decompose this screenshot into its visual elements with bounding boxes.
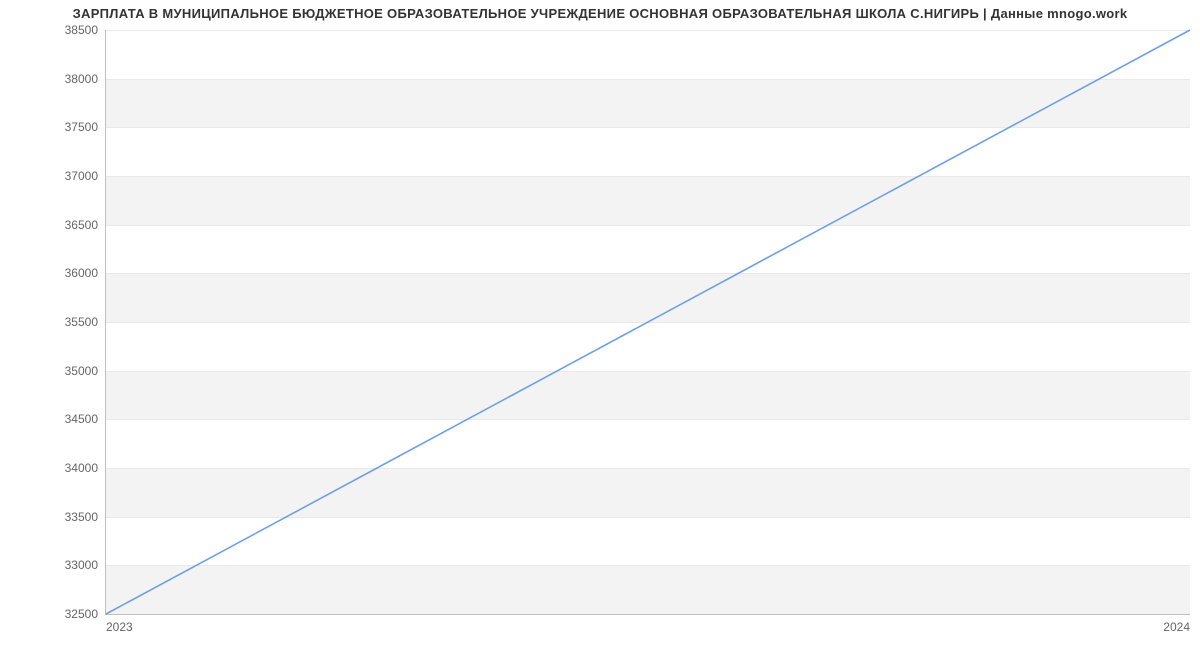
x-tick-label: 2024 [1163, 614, 1190, 634]
y-tick-label: 32500 [65, 607, 106, 621]
y-tick-label: 37500 [65, 120, 106, 134]
y-tick-label: 33000 [65, 558, 106, 572]
salary-line-chart: ЗАРПЛАТА В МУНИЦИПАЛЬНОЕ БЮДЖЕТНОЕ ОБРАЗ… [0, 0, 1200, 650]
y-tick-label: 37000 [65, 169, 106, 183]
y-tick-label: 36500 [65, 218, 106, 232]
line-layer [106, 30, 1190, 614]
y-tick-label: 35000 [65, 364, 106, 378]
y-tick-label: 36000 [65, 266, 106, 280]
chart-title: ЗАРПЛАТА В МУНИЦИПАЛЬНОЕ БЮДЖЕТНОЕ ОБРАЗ… [0, 6, 1200, 21]
plot-area: 3250033000335003400034500350003550036000… [105, 30, 1190, 615]
series-line [106, 30, 1190, 614]
y-tick-label: 35500 [65, 315, 106, 329]
y-tick-label: 33500 [65, 510, 106, 524]
y-tick-label: 38000 [65, 72, 106, 86]
y-tick-label: 34000 [65, 461, 106, 475]
y-tick-label: 34500 [65, 412, 106, 426]
x-tick-label: 2023 [106, 614, 133, 634]
y-tick-label: 38500 [65, 23, 106, 37]
